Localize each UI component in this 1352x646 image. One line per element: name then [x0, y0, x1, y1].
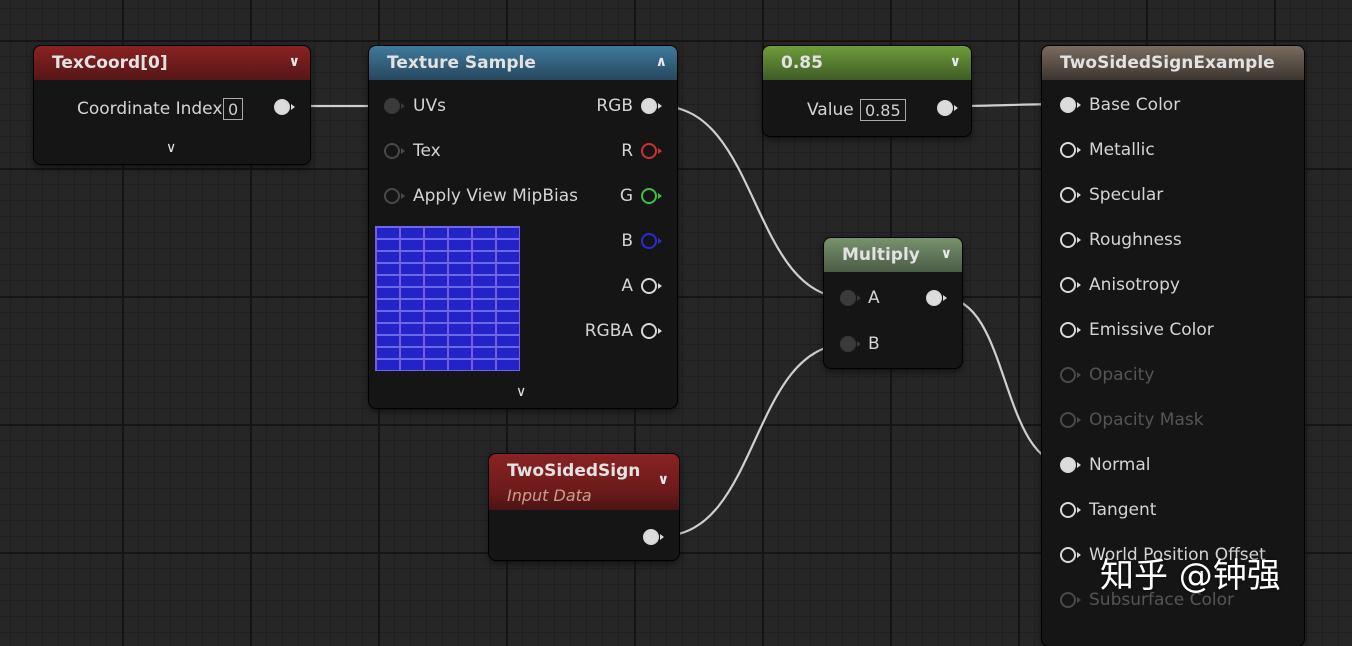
- multiply-title: Multiply: [842, 245, 920, 265]
- mipbias-input-pin[interactable]: [384, 188, 405, 204]
- tangent-label: Tangent: [1089, 500, 1157, 520]
- chevron-down-icon[interactable]: ∨: [950, 54, 961, 70]
- constant-output-pin[interactable]: [937, 100, 958, 116]
- texcoord-header[interactable]: TexCoord[0] ∨: [34, 46, 310, 80]
- constant-title: 0.85: [781, 53, 823, 73]
- specular-label: Specular: [1089, 185, 1164, 205]
- tex-label: Tex: [413, 141, 441, 161]
- uvs-input-pin[interactable]: [384, 98, 405, 114]
- r-label: R: [621, 141, 633, 161]
- world-position-offset-pin[interactable]: [1060, 547, 1081, 563]
- value-field[interactable]: 0.85: [860, 99, 906, 121]
- texture-preview-thumbnail: [375, 226, 520, 371]
- uvs-label: UVs: [413, 96, 446, 116]
- roughness-pin[interactable]: [1060, 232, 1081, 248]
- base-color-label: Base Color: [1089, 95, 1181, 115]
- multiply-a-input-pin[interactable]: [840, 290, 861, 306]
- g-label: G: [619, 186, 633, 206]
- opacity-pin: [1060, 367, 1081, 383]
- texture-sample-title: Texture Sample: [387, 53, 536, 73]
- texcoord-output-pin[interactable]: [274, 99, 295, 115]
- g-output-pin[interactable]: [641, 188, 662, 204]
- tangent-pin[interactable]: [1060, 502, 1081, 518]
- opacity-mask-pin: [1060, 412, 1081, 428]
- anisotropy-label: Anisotropy: [1089, 275, 1180, 295]
- rgb-label: RGB: [596, 96, 633, 116]
- two-sided-sign-title: TwoSidedSign: [507, 461, 641, 481]
- two-sided-sign-output-pin[interactable]: [643, 529, 664, 545]
- multiply-a-label: A: [868, 288, 880, 308]
- a-output-pin[interactable]: [641, 278, 662, 294]
- anisotropy-pin[interactable]: [1060, 277, 1081, 293]
- chevron-down-icon[interactable]: ∨: [289, 54, 300, 70]
- roughness-label: Roughness: [1089, 230, 1182, 250]
- two-sided-sign-node[interactable]: TwoSidedSign Input Data ∨: [489, 454, 679, 560]
- coordinate-index-field[interactable]: 0: [223, 98, 244, 120]
- coordinate-index-label: Coordinate Index: [77, 99, 223, 119]
- multiply-b-label: B: [868, 334, 880, 354]
- value-label: Value: [807, 100, 854, 120]
- specular-pin[interactable]: [1060, 187, 1081, 203]
- rgba-output-pin[interactable]: [641, 323, 662, 339]
- chevron-down-icon[interactable]: ∨: [941, 246, 952, 262]
- normal-pin[interactable]: [1060, 457, 1081, 473]
- emissive-color-pin[interactable]: [1060, 322, 1081, 338]
- chevron-down-icon[interactable]: ∨: [516, 384, 526, 400]
- constant-node[interactable]: 0.85 ∨ Value 0.85: [763, 46, 971, 136]
- b-output-pin[interactable]: [641, 233, 662, 249]
- rgba-label: RGBA: [584, 321, 633, 341]
- metallic-pin[interactable]: [1060, 142, 1081, 158]
- metallic-label: Metallic: [1089, 140, 1155, 160]
- opacity-mask-label: Opacity Mask: [1089, 410, 1204, 430]
- chevron-up-icon[interactable]: ∧: [656, 54, 667, 70]
- mipbias-label: Apply View MipBias: [413, 186, 578, 206]
- material-header[interactable]: TwoSidedSignExample: [1042, 46, 1304, 80]
- b-label: B: [621, 231, 633, 251]
- subsurface-color-pin: [1060, 592, 1081, 608]
- chevron-down-icon[interactable]: ∨: [166, 140, 176, 156]
- rgb-output-pin[interactable]: [641, 98, 662, 114]
- a-label: A: [621, 276, 633, 296]
- texture-sample-node[interactable]: Texture Sample ∧ UVs Tex Apply View MipB…: [369, 46, 677, 408]
- emissive-color-label: Emissive Color: [1089, 320, 1214, 340]
- multiply-output-pin[interactable]: [926, 290, 947, 306]
- two-sided-sign-header[interactable]: TwoSidedSign Input Data ∨: [489, 454, 679, 510]
- watermark-text: 知乎 @钟强: [1100, 556, 1281, 596]
- chevron-down-icon[interactable]: ∨: [658, 472, 669, 488]
- texture-sample-header[interactable]: Texture Sample ∧: [369, 46, 677, 80]
- wire-sign-to-multiply-b: [661, 342, 849, 538]
- base-color-pin[interactable]: [1060, 97, 1081, 113]
- multiply-b-input-pin[interactable]: [840, 336, 861, 352]
- constant-header[interactable]: 0.85 ∨: [763, 46, 971, 80]
- texcoord-title: TexCoord[0]: [52, 53, 168, 73]
- multiply-node[interactable]: Multiply ∨ A B: [824, 238, 962, 368]
- two-sided-sign-subtitle: Input Data: [507, 486, 592, 505]
- opacity-label: Opacity: [1089, 365, 1155, 385]
- multiply-header[interactable]: Multiply ∨: [824, 238, 962, 272]
- normal-label: Normal: [1089, 455, 1151, 475]
- material-title: TwoSidedSignExample: [1060, 53, 1275, 73]
- texcoord-node[interactable]: TexCoord[0] ∨ Coordinate Index 0 ∨: [34, 46, 310, 164]
- r-output-pin[interactable]: [641, 143, 662, 159]
- tex-input-pin[interactable]: [384, 143, 405, 159]
